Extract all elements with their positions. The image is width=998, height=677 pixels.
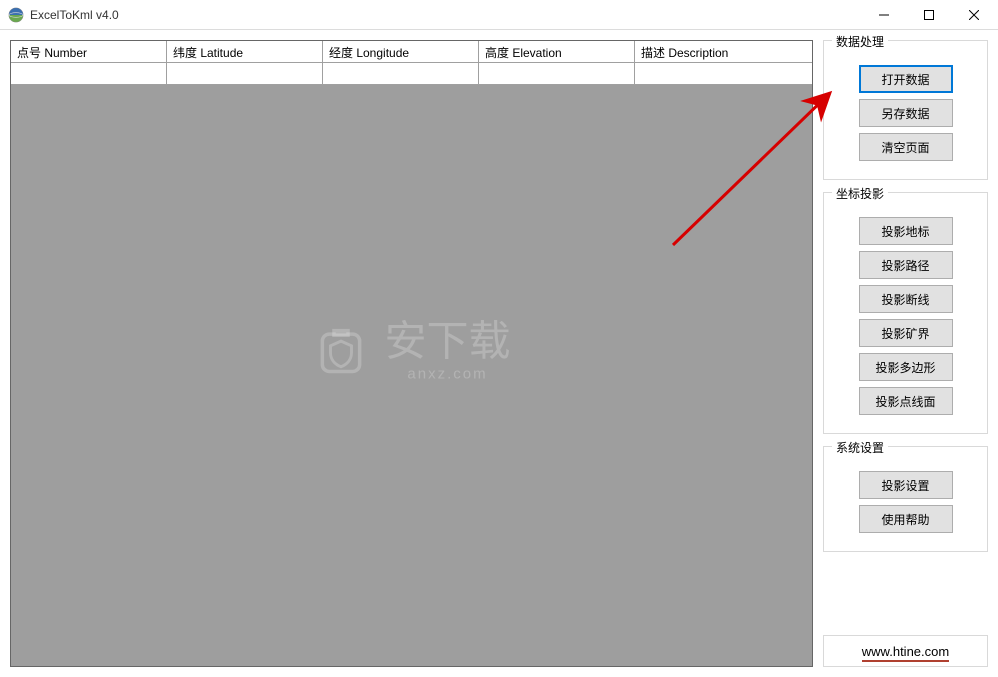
minimize-button[interactable] — [861, 0, 906, 29]
group-system: 系统设置 投影设置 使用帮助 — [823, 446, 988, 552]
open-data-button[interactable]: 打开数据 — [859, 65, 953, 93]
col-elevation[interactable]: 高度 Elevation — [479, 41, 635, 62]
col-latitude[interactable]: 纬度 Latitude — [167, 41, 323, 62]
group-data-title: 数据处理 — [832, 33, 888, 50]
side-panel: 数据处理 打开数据 另存数据 清空页面 坐标投影 投影地标 投影路径 投影断线 … — [823, 40, 988, 667]
group-system-title: 系统设置 — [832, 439, 888, 456]
col-number[interactable]: 点号 Number — [11, 41, 167, 62]
project-mine-button[interactable]: 投影矿界 — [859, 319, 953, 347]
website-link[interactable]: www.htine.com — [862, 644, 949, 662]
app-icon — [8, 7, 24, 23]
group-projection: 坐标投影 投影地标 投影路径 投影断线 投影矿界 投影多边形 投影点线面 — [823, 192, 988, 434]
group-projection-title: 坐标投影 — [832, 185, 888, 202]
col-description[interactable]: 描述 Description — [635, 41, 812, 62]
project-path-button[interactable]: 投影路径 — [859, 251, 953, 279]
project-polygon-button[interactable]: 投影多边形 — [859, 353, 953, 381]
watermark-main: 安下载 — [384, 320, 510, 362]
data-grid[interactable]: 点号 Number 纬度 Latitude 经度 Longitude 高度 El… — [10, 40, 813, 667]
projection-settings-button[interactable]: 投影设置 — [859, 471, 953, 499]
title-bar: ExcelToKml v4.0 — [0, 0, 998, 30]
grid-header: 点号 Number 纬度 Latitude 经度 Longitude 高度 El… — [11, 41, 812, 63]
watermark: 安下载 anxz.com — [312, 320, 510, 381]
window-title: ExcelToKml v4.0 — [30, 8, 119, 22]
watermark-sub: anxz.com — [407, 366, 487, 381]
project-plp-button[interactable]: 投影点线面 — [859, 387, 953, 415]
project-placemark-button[interactable]: 投影地标 — [859, 217, 953, 245]
col-longitude[interactable]: 经度 Longitude — [323, 41, 479, 62]
content-area: 点号 Number 纬度 Latitude 经度 Longitude 高度 El… — [0, 30, 998, 677]
clear-page-button[interactable]: 清空页面 — [859, 133, 953, 161]
table-row[interactable] — [11, 63, 812, 85]
project-breakline-button[interactable]: 投影断线 — [859, 285, 953, 313]
close-button[interactable] — [951, 0, 996, 29]
save-data-button[interactable]: 另存数据 — [859, 99, 953, 127]
help-button[interactable]: 使用帮助 — [859, 505, 953, 533]
link-box: www.htine.com — [823, 635, 988, 667]
shield-icon — [312, 322, 368, 378]
group-data: 数据处理 打开数据 另存数据 清空页面 — [823, 40, 988, 180]
maximize-button[interactable] — [906, 0, 951, 29]
